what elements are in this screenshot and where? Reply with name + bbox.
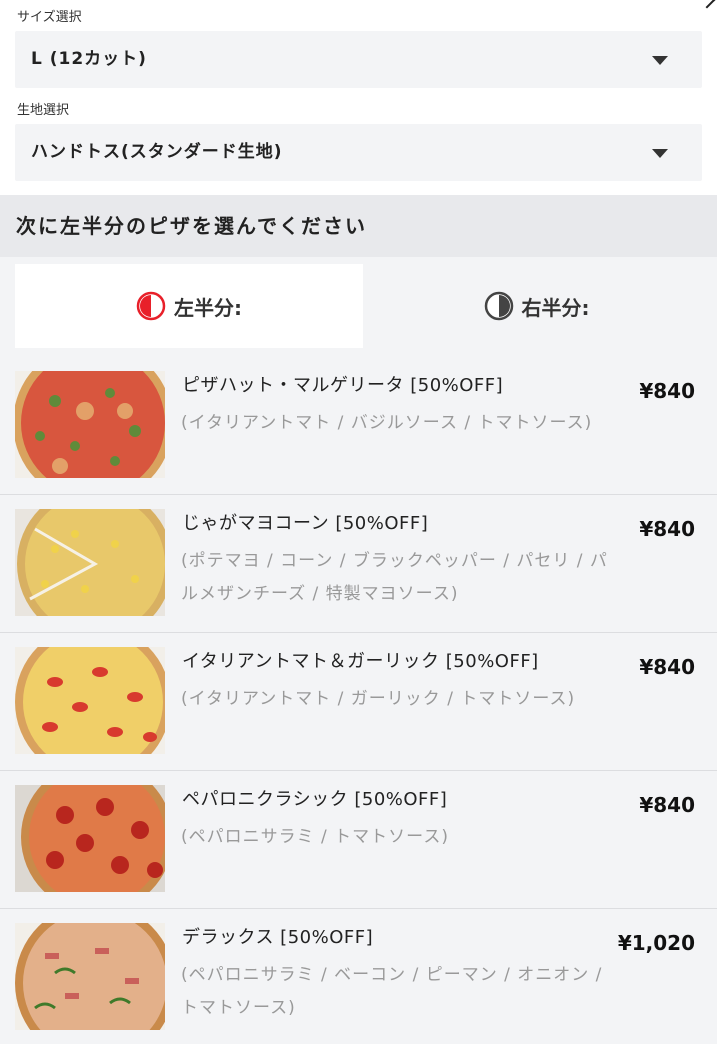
caret-down-icon [652, 149, 668, 158]
menu-item-price: ¥1,020 [617, 931, 695, 955]
section-header: 次に左半分のピザを選んでください [0, 195, 717, 257]
menu-item-name: イタリアントマト＆ガーリック [50%OFF] [182, 651, 539, 672]
tab-left-half[interactable]: 左半分: [15, 264, 363, 348]
menu-item-desc: (イタリアントマト / ガーリック / トマトソース) [181, 689, 576, 709]
menu-item-name: ピザハット・マルゲリータ [50%OFF] [182, 375, 504, 396]
menu-item-pepperoni-classic[interactable]: ペパロニクラシック [50%OFF] (ペパロニサラミ / トマトソース) ¥8… [0, 771, 717, 909]
size-select-label: サイズ選択 [17, 10, 82, 25]
crust-select-block: 生地選択 ハンドトス(スタンダード生地) [0, 101, 717, 181]
menu-item-desc: (ペパロニサラミ / トマトソース) [181, 827, 449, 847]
tab-right-label: 右半分: [521, 295, 590, 320]
menu-item-name: デラックス [50%OFF] [182, 927, 374, 948]
section-title: 次に左半分のピザを選んでください [16, 214, 367, 238]
size-select[interactable]: L (12カット) [15, 31, 702, 88]
right-half-icon [484, 291, 514, 321]
menu-item-desc: (ペパロニサラミ / ベーコン / ピーマン / オニオン / トマトソース) [181, 965, 603, 1018]
pizza-image [15, 923, 165, 1030]
crust-select[interactable]: ハンドトス(スタンダード生地) [15, 124, 702, 181]
crust-select-value: ハンドトス(スタンダード生地) [31, 142, 283, 162]
menu-item-name: ペパロニクラシック [50%OFF] [182, 789, 448, 810]
pizza-image [15, 785, 165, 892]
tab-right-half[interactable]: 右半分: [363, 264, 710, 348]
menu-item-jaga-mayo-corn[interactable]: じゃがマヨコーン [50%OFF] (ポテマヨ / コーン / ブラックペッパー… [0, 495, 717, 633]
caret-down-icon [652, 56, 668, 65]
menu-item-margherita[interactable]: ピザハット・マルゲリータ [50%OFF] (イタリアントマト / バジルソース… [0, 357, 717, 495]
menu-item-tomato-garlic[interactable]: イタリアントマト＆ガーリック [50%OFF] (イタリアントマト / ガーリッ… [0, 633, 717, 771]
pizza-image [15, 647, 165, 754]
menu-item-price: ¥840 [639, 655, 695, 679]
menu-item-price: ¥840 [639, 793, 695, 817]
left-half-icon [136, 291, 166, 321]
crust-select-label: 生地選択 [17, 103, 70, 118]
size-select-value: L (12カット) [31, 49, 147, 69]
menu-item-price: ¥840 [639, 517, 695, 541]
menu-item-desc: (イタリアントマト / バジルソース / トマトソース) [181, 413, 593, 433]
pizza-image [15, 509, 165, 616]
tab-left-label: 左半分: [174, 295, 242, 320]
half-tabs: 左半分: 右半分: [0, 257, 717, 357]
menu-item-desc: (ポテマヨ / コーン / ブラックペッパー / パセリ / パルメザンチーズ … [181, 551, 608, 604]
menu-item-price: ¥840 [639, 379, 695, 403]
menu-item-name: じゃがマヨコーン [50%OFF] [182, 513, 429, 534]
menu-item-deluxe[interactable]: デラックス [50%OFF] (ペパロニサラミ / ベーコン / ピーマン / … [0, 909, 717, 1046]
pizza-menu-list: ピザハット・マルゲリータ [50%OFF] (イタリアントマト / バジルソース… [0, 357, 717, 1044]
pizza-image [15, 371, 165, 478]
size-select-block: サイズ選択 L (12カット) [0, 8, 717, 88]
